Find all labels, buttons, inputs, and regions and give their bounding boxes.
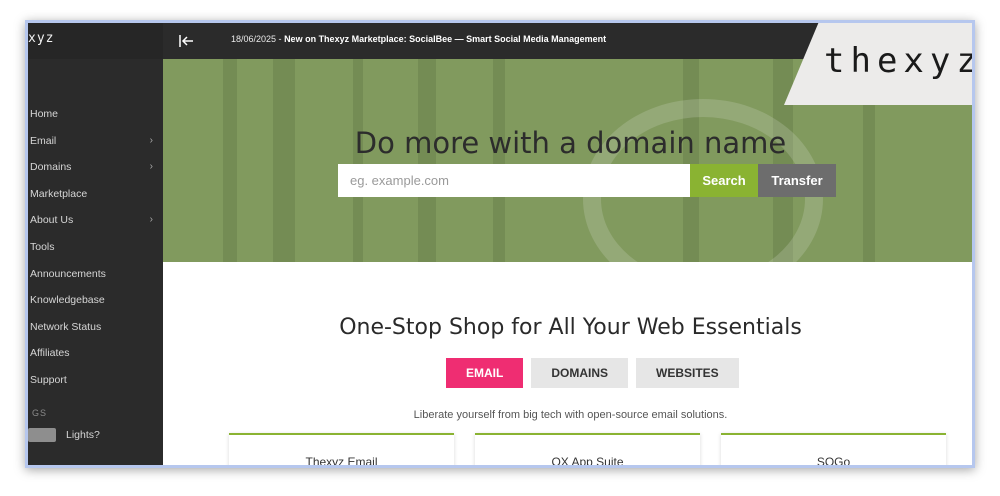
announcement-banner[interactable]: 18/06/2025 - New on Thexyz Marketplace: … bbox=[231, 34, 606, 44]
product-card-title: Thexyz Email bbox=[305, 455, 378, 468]
lights-label: Lights? bbox=[66, 429, 100, 441]
hero-bg-tree bbox=[353, 59, 363, 262]
sidebar-item-label: About Us bbox=[30, 214, 74, 227]
sidebar-item-label: Tools bbox=[30, 240, 55, 253]
sidebar-item-label: Home bbox=[30, 108, 59, 120]
sidebar-item-email[interactable]: Email › bbox=[28, 128, 163, 155]
brand-logo-text: thexyz bbox=[824, 41, 975, 81]
sidebar-item-label: Email bbox=[30, 134, 57, 147]
section-title: One-Stop Shop for All Your Web Essential… bbox=[339, 315, 802, 340]
chevron-right-icon: › bbox=[149, 214, 153, 226]
product-tabs: EMAIL DOMAINS WEBSITES bbox=[446, 358, 739, 388]
chevron-right-icon: › bbox=[149, 161, 153, 173]
sidebar: xyz Home Email › Domains › Marketplace Abo… bbox=[28, 23, 163, 465]
hero-bg-tree bbox=[418, 59, 436, 262]
browser-frame: xyz Home Email › Domains › Marketplace Abo… bbox=[25, 20, 975, 468]
sidebar-item-home[interactable]: Home bbox=[28, 101, 163, 128]
tab-email[interactable]: EMAIL bbox=[446, 358, 524, 388]
sidebar-item-label: Network Status bbox=[30, 320, 102, 333]
sidebar-item-label: Announcements bbox=[30, 267, 106, 280]
sidebar-logo[interactable]: xyz bbox=[28, 31, 54, 59]
sidebar-item-tools[interactable]: Tools bbox=[28, 234, 163, 261]
sidebar-item-about-us[interactable]: About Us › bbox=[28, 207, 163, 234]
sidebar-item-label: Affiliates bbox=[30, 347, 70, 360]
chevron-right-icon: › bbox=[149, 134, 153, 146]
sidebar-item-knowledgebase[interactable]: Knowledgebase bbox=[28, 287, 163, 314]
product-card-title: SOGo bbox=[816, 455, 851, 468]
main-content: One-Stop Shop for All Your Web Essential… bbox=[163, 262, 972, 468]
announcement-text: New on Thexyz Marketplace: SocialBee — S… bbox=[284, 34, 607, 44]
lights-toggle-row: Lights? bbox=[28, 428, 100, 442]
sidebar-section-label: GS bbox=[32, 408, 48, 418]
sidebar-item-domains[interactable]: Domains › bbox=[28, 154, 163, 181]
product-card-title: OX App Suite bbox=[551, 455, 624, 468]
hero-bg-tree bbox=[273, 59, 295, 262]
sidebar-item-label: Knowledgebase bbox=[30, 294, 105, 307]
sidebar-item-marketplace[interactable]: Marketplace bbox=[28, 181, 163, 208]
announcement-date: 18/06/2025 - bbox=[231, 34, 282, 44]
domain-search-form: Search Transfer bbox=[338, 164, 836, 197]
search-button[interactable]: Search bbox=[690, 164, 758, 197]
sidebar-item-support[interactable]: Support bbox=[28, 367, 163, 394]
tab-tagline: Liberate yourself from big tech with ope… bbox=[413, 409, 728, 421]
sidebar-item-label: Marketplace bbox=[30, 187, 88, 200]
product-card[interactable]: Thexyz Email bbox=[229, 433, 454, 468]
hero-bg-tree bbox=[223, 59, 237, 262]
tab-websites[interactable]: WEBSITES bbox=[636, 358, 739, 388]
hero-title: Do more with a domain name bbox=[354, 126, 787, 160]
lights-toggle[interactable] bbox=[28, 428, 56, 442]
domain-search-input[interactable] bbox=[338, 164, 690, 197]
sidebar-item-label: Support bbox=[30, 373, 67, 386]
product-card[interactable]: OX App Suite bbox=[475, 433, 700, 468]
collapse-sidebar-icon[interactable] bbox=[177, 32, 195, 50]
transfer-button[interactable]: Transfer bbox=[758, 164, 836, 197]
tab-domains[interactable]: DOMAINS bbox=[531, 358, 629, 388]
sidebar-item-affiliates[interactable]: Affiliates bbox=[28, 340, 163, 367]
product-cards: Thexyz Email OX App Suite SOGo bbox=[229, 433, 946, 468]
sidebar-nav: Home Email › Domains › Marketplace About U… bbox=[28, 101, 163, 394]
hero-bg-tree bbox=[493, 59, 505, 262]
sidebar-item-network-status[interactable]: Network Status bbox=[28, 314, 163, 341]
sidebar-item-label: Domains bbox=[30, 161, 72, 174]
product-card[interactable]: SOGo bbox=[721, 433, 946, 468]
sidebar-item-announcements[interactable]: Announcements bbox=[28, 261, 163, 288]
